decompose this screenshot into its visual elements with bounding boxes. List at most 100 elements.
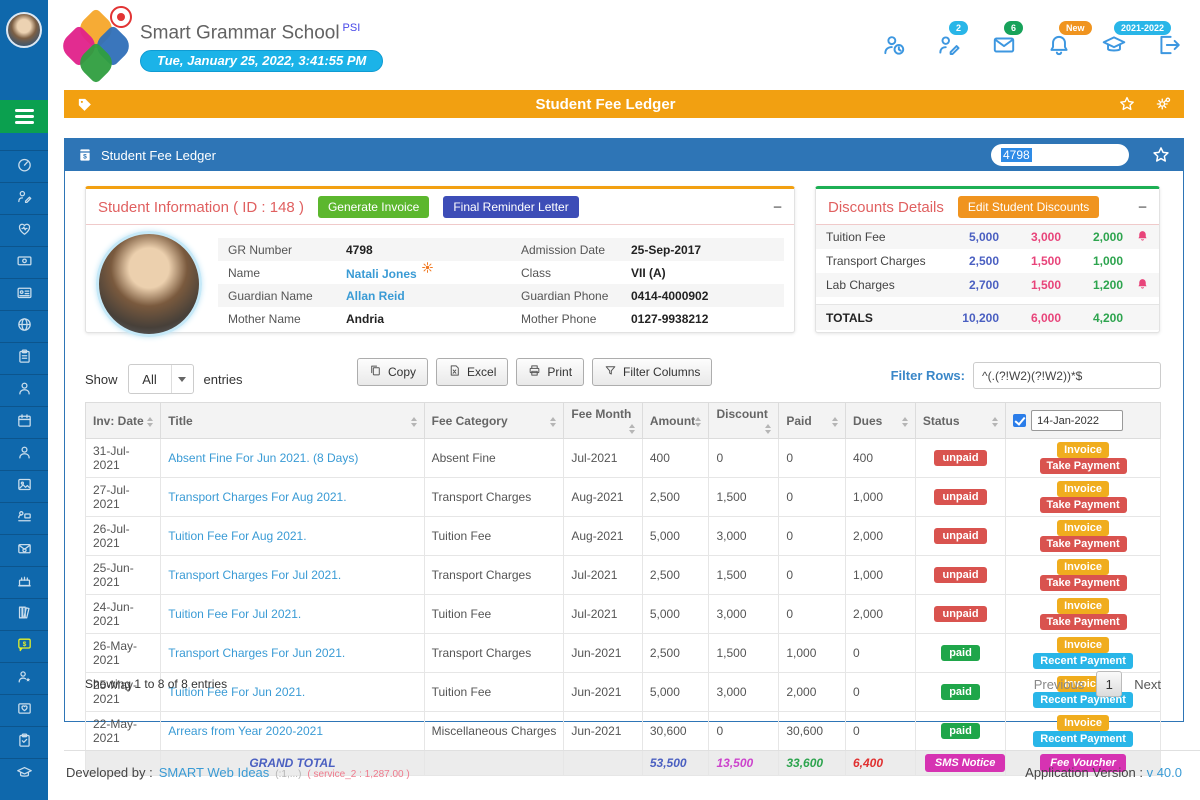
collapse-icon[interactable] [1138,199,1147,216]
invoice-button[interactable]: Invoice [1057,520,1109,536]
fee-table: Inv: DateTitleFee CategoryFee MonthAmoun… [85,402,1161,776]
pagination-page-1[interactable]: 1 [1096,671,1122,697]
discounts-title: Discounts Details [828,199,944,216]
top-header: Smart Grammar SchoolPSI Tue, January 25,… [48,0,1200,90]
entries-select[interactable]: All [128,364,194,394]
invoice-button[interactable]: Invoice [1057,559,1109,575]
sidebar-item-classes[interactable] [0,502,48,534]
panel-title: Student Fee Ledger [101,148,216,163]
excel-button[interactable]: Excel [436,358,508,386]
sidebar-item-exams[interactable] [0,726,48,758]
fee-title-link[interactable]: Transport Charges For Aug 2021. [168,490,346,504]
fee-title-link[interactable]: Tuition Fee For Jul 2021. [168,607,301,621]
fee-title-link[interactable]: Transport Charges For Jul 2021. [168,568,341,582]
filter-rows-input[interactable] [973,362,1161,389]
panel-star-icon[interactable] [1151,145,1171,165]
generate-invoice-button[interactable]: Generate Invoice [318,196,429,218]
sidebar-item-health[interactable] [0,214,48,246]
info-value[interactable]: Natali Jones [346,265,511,281]
fee-title-link[interactable]: Arrears from Year 2020-2021 [168,724,323,738]
column-header-inv-date[interactable]: Inv: Date [86,403,161,439]
recent-payment-button[interactable]: Recent Payment [1033,731,1133,747]
recent-payment-button[interactable]: Recent Payment [1033,653,1133,669]
column-header-title[interactable]: Title [161,403,424,439]
edit-discounts-button[interactable]: Edit Student Discounts [958,196,1099,218]
sidebar-item-fee-ledger[interactable]: $ [0,630,48,662]
invoice-button[interactable]: Invoice [1057,715,1109,731]
tag-icon [76,96,93,113]
column-header-dues[interactable]: Dues [846,403,916,439]
student-info-title: Student Information ( ID : 148 ) [98,199,304,216]
invoice-button[interactable]: Invoice [1057,637,1109,653]
take-payment-button[interactable]: Take Payment [1040,575,1127,591]
sidebar-item-certificates[interactable] [0,694,48,726]
sidebar-item-id-cards[interactable] [0,278,48,310]
take-payment-button[interactable]: Take Payment [1040,614,1127,630]
developed-by-label: Developed by : [66,765,153,780]
sidebar-item-alumni[interactable] [0,758,48,790]
user-edit-icon[interactable]: 2 [936,32,962,58]
sidebar-item-birthdays[interactable] [0,566,48,598]
column-header-paid[interactable]: Paid [779,403,846,439]
invoice-button[interactable]: Invoice [1057,442,1109,458]
mail-icon[interactable]: 6 [991,32,1017,58]
sidebar-item-homework[interactable] [0,342,48,374]
take-payment-button[interactable]: Take Payment [1040,458,1127,474]
pagination-next[interactable]: Next [1134,677,1161,692]
settings-gear-icon[interactable] [1154,95,1172,113]
user-clock-icon[interactable] [881,32,907,58]
sidebar-item-admissions[interactable] [0,182,48,214]
print-button[interactable]: Print [516,358,584,386]
student-info-card: Student Information ( ID : 148 ) Generat… [85,186,795,333]
date-filter-checkbox[interactable] [1013,414,1026,427]
favorite-star-icon[interactable] [1118,95,1136,113]
sidebar-item-payroll[interactable] [0,534,48,566]
ledger-search-input[interactable]: 4798 [991,144,1129,166]
session-icon[interactable]: 2021-2022 [1101,32,1127,58]
sidebar-item-library[interactable] [0,598,48,630]
developer-link[interactable]: SMART Web Ideas [159,765,270,780]
fee-title-link[interactable]: Transport Charges For Jun 2021. [168,646,345,660]
fee-row: 26-May-2021Transport Charges For Jun 202… [86,634,1161,673]
sidebar-item-students[interactable] [0,374,48,406]
fee-table-header-row: Inv: DateTitleFee CategoryFee MonthAmoun… [86,403,1161,439]
column-header-fee-category[interactable]: Fee Category [424,403,564,439]
user-avatar[interactable] [6,12,42,48]
bell-icon[interactable]: New [1046,32,1072,58]
totals-net: 4,200 [1061,311,1123,325]
column-header-fee-month[interactable]: Fee Month [564,403,642,439]
take-payment-button[interactable]: Take Payment [1040,536,1127,552]
search-value: 4798 [1001,148,1032,162]
take-payment-button[interactable]: Take Payment [1040,497,1127,513]
invoice-button[interactable]: Invoice [1057,481,1109,497]
chevron-down-icon [171,365,193,393]
collapse-icon[interactable] [773,199,782,216]
menu-toggle-button[interactable] [0,100,48,133]
sidebar-item-gallery[interactable] [0,470,48,502]
date-filter-input[interactable] [1031,410,1123,431]
sidebar-item-website[interactable] [0,310,48,342]
copy-button[interactable]: Copy [357,358,428,386]
sidebar: $ [0,0,48,800]
invoice-button[interactable]: Invoice [1057,598,1109,614]
sidebar-item-parents[interactable] [0,662,48,694]
info-value[interactable]: Allan Reid [346,289,511,303]
fee-row: 31-Jul-2021Absent Fine For Jun 2021. (8 … [86,439,1161,478]
logout-icon[interactable] [1156,32,1182,58]
date-filter-header [1006,403,1161,439]
pagination-previous[interactable]: Previous [1034,677,1085,692]
column-header-status[interactable]: Status [915,403,1005,439]
reminder-bell-icon[interactable] [1123,277,1149,293]
sidebar-item-fee-cards[interactable] [0,246,48,278]
filter-columns-button[interactable]: Filter Columns [592,358,712,386]
sidebar-item-dashboard[interactable] [0,150,48,182]
column-header-amount[interactable]: Amount [642,403,709,439]
final-reminder-button[interactable]: Final Reminder Letter [443,196,578,218]
fee-title-link[interactable]: Absent Fine For Jun 2021. (8 Days) [168,451,358,465]
column-header-discount[interactable]: Discount [709,403,779,439]
sidebar-item-attendance[interactable] [0,406,48,438]
sidebar-item-staff[interactable] [0,438,48,470]
fee-title-link[interactable]: Tuition Fee For Aug 2021. [168,529,306,543]
totals-label: TOTALS [826,311,937,325]
reminder-bell-icon[interactable] [1123,229,1149,245]
